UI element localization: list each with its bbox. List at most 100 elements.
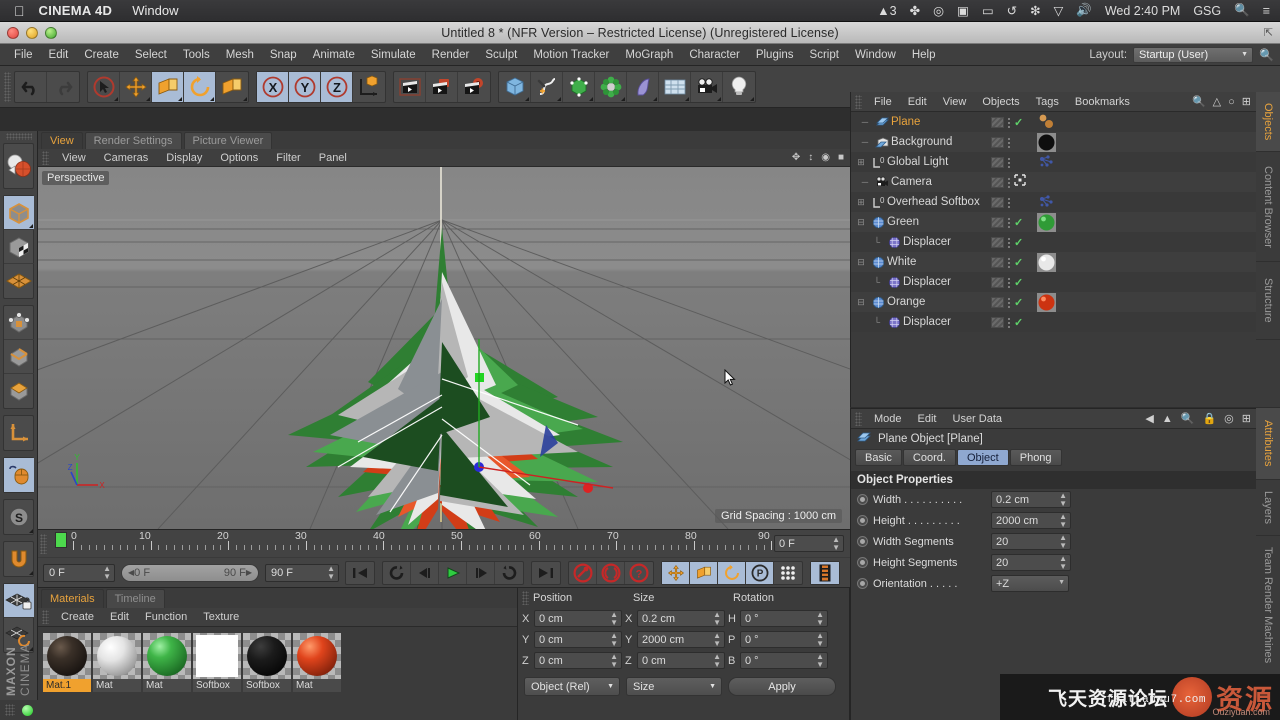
attr-tab-object[interactable]: Object	[956, 449, 1009, 466]
object-tags[interactable]: ✓	[991, 216, 1023, 229]
snap-settings-tool[interactable]: S	[4, 500, 34, 534]
object-tree[interactable]: ─ Plane ✓ ─ Background ⊞ 0 Global Light …	[851, 112, 1256, 332]
render-region-button[interactable]	[426, 71, 458, 102]
stepper-icon[interactable]: ▲ ▼	[1059, 513, 1067, 528]
model-mode-tool[interactable]	[4, 196, 34, 230]
viewport-menu-panel[interactable]: Panel	[310, 152, 356, 164]
attributes-menu-edit[interactable]: Edit	[910, 413, 945, 425]
timeline-grip[interactable]	[40, 533, 47, 554]
object-tags[interactable]: ✓	[991, 276, 1023, 289]
loop-button[interactable]	[383, 561, 411, 584]
display-tag-icon[interactable]	[991, 296, 1004, 308]
object-tags[interactable]: ✓	[991, 316, 1023, 329]
material-item[interactable]: Softbox	[243, 633, 291, 692]
display-tag-icon[interactable]	[991, 136, 1004, 148]
add-camera-button[interactable]	[691, 71, 723, 102]
scale-key-button[interactable]	[690, 561, 718, 584]
modeling-axis-tool[interactable]	[216, 72, 248, 102]
visibility-check-icon[interactable]: ✓	[1014, 216, 1023, 229]
property-radio-icon[interactable]	[857, 494, 868, 505]
object-tags[interactable]: ✓	[991, 116, 1023, 129]
object-tags[interactable]	[991, 173, 1026, 191]
objects-menu-view[interactable]: View	[935, 96, 975, 108]
material-swatch[interactable]	[193, 633, 241, 679]
layout-dropdown[interactable]: Startup (User) ▼	[1133, 46, 1254, 63]
search-icon[interactable]: 🔍	[1181, 412, 1195, 425]
stepper-icon[interactable]: ▲ ▼	[327, 565, 335, 580]
search-icon[interactable]: 🔍	[1259, 48, 1274, 62]
object-tags[interactable]: ✓	[991, 256, 1023, 269]
points-mode-tool[interactable]	[4, 306, 34, 340]
stepper-icon[interactable]: ▲ ▼	[713, 611, 721, 626]
viewport-maximize-icon[interactable]: ■	[838, 152, 844, 163]
add-environment-button[interactable]	[659, 71, 691, 102]
macos-menu-window[interactable]: Window	[132, 3, 178, 18]
add-nurbs-button[interactable]	[563, 71, 595, 102]
menu-mograph[interactable]: MoGraph	[617, 44, 681, 66]
stepper-icon[interactable]: ▲ ▼	[713, 653, 721, 668]
display-tag-icon[interactable]	[991, 256, 1004, 268]
add-deformer-button[interactable]	[627, 71, 659, 102]
viewport-zoom-icon[interactable]: ↕	[808, 152, 813, 163]
step-forward-button[interactable]	[467, 561, 495, 584]
add-array-button[interactable]	[595, 71, 627, 102]
display-tag-icon[interactable]	[991, 276, 1004, 288]
record-keyframe-button[interactable]	[569, 561, 597, 584]
object-tags[interactable]	[991, 156, 1011, 168]
texture-axis-tool[interactable]	[4, 144, 34, 188]
expander-minus-icon[interactable]: ⊟	[853, 217, 869, 228]
add-cube-button[interactable]	[499, 71, 531, 102]
coord-position-x-field[interactable]: 0 cm ▲ ▼	[534, 610, 622, 627]
attributes-menu-user-data[interactable]: User Data	[945, 413, 1011, 425]
notification-list-icon[interactable]: ≡	[1263, 4, 1270, 18]
active-app-name[interactable]: CINEMA 4D	[39, 3, 113, 18]
move-tool[interactable]	[120, 71, 152, 102]
scale-tool[interactable]	[152, 71, 184, 102]
orientation-dropdown[interactable]: +Z ▼	[991, 575, 1069, 592]
object-row-white[interactable]: ⊟ White ✓	[851, 252, 1256, 272]
object-row-camera[interactable]: ─ Camera	[851, 172, 1256, 192]
coord-mode-dropdown[interactable]: Object (Rel) ▼	[524, 677, 620, 696]
object-tags[interactable]	[991, 136, 1011, 148]
expander-minus-icon[interactable]: ⊟	[853, 297, 869, 308]
display-tag-icon[interactable]	[991, 196, 1004, 208]
redo-button[interactable]	[47, 72, 79, 102]
height-field[interactable]: 2000 cm ▲ ▼	[991, 512, 1071, 529]
attr-tab-basic[interactable]: Basic	[855, 449, 902, 466]
3d-viewport[interactable]: Perspective Grid Spacing : 1000 cm Y X Z	[38, 167, 850, 529]
menu-create[interactable]: Create	[76, 44, 127, 66]
menu-edit[interactable]: Edit	[41, 44, 77, 66]
menu-script[interactable]: Script	[802, 44, 847, 66]
world-object-coord[interactable]	[353, 72, 385, 102]
target-tag-icon[interactable]	[1014, 173, 1026, 191]
attributes-grip[interactable]	[855, 411, 862, 426]
stepper-icon[interactable]: ▲ ▼	[816, 632, 824, 647]
vtab-content-browser[interactable]: Content Browser	[1256, 152, 1280, 262]
material-tag-icon[interactable]	[1037, 212, 1056, 232]
x-axis-lock[interactable]: X	[257, 71, 289, 102]
stepper-icon[interactable]: ▲ ▼	[1059, 492, 1067, 507]
target-icon[interactable]: ◎	[1224, 412, 1234, 425]
stepper-icon[interactable]: ▲ ▼	[832, 536, 840, 551]
property-radio-icon[interactable]	[857, 515, 868, 526]
texture-mode-tool[interactable]	[4, 230, 34, 264]
object-row-background[interactable]: ─ Background	[851, 132, 1256, 152]
viewport-menu-filter[interactable]: Filter	[267, 152, 309, 164]
material-item[interactable]: Mat	[293, 633, 341, 692]
tab-timeline[interactable]: Timeline	[105, 589, 165, 608]
add-spline-button[interactable]	[531, 71, 563, 102]
object-row-displacer[interactable]: └ Displacer ✓	[851, 232, 1256, 252]
materials-menu-edit[interactable]: Edit	[102, 611, 137, 623]
coord-position-y-field[interactable]: 0 cm ▲ ▼	[534, 631, 622, 648]
search-icon[interactable]: 🔍	[1234, 3, 1250, 18]
timeline-ruler[interactable]: 0 10 20 30 40 50 60 70 80 90	[55, 530, 773, 557]
creative-cloud-icon[interactable]: ◎	[933, 3, 944, 18]
lock-icon[interactable]: 🔒	[1202, 412, 1216, 425]
back-arrow-icon[interactable]: ◀	[1145, 412, 1153, 425]
menu-tools[interactable]: Tools	[175, 44, 218, 66]
menu-window[interactable]: Window	[847, 44, 904, 66]
rotate-tool[interactable]	[184, 71, 216, 102]
ellipse-icon[interactable]: ○	[1228, 96, 1235, 108]
apple-icon[interactable]: 	[14, 4, 25, 18]
airplay-icon[interactable]: ▭	[982, 3, 994, 18]
